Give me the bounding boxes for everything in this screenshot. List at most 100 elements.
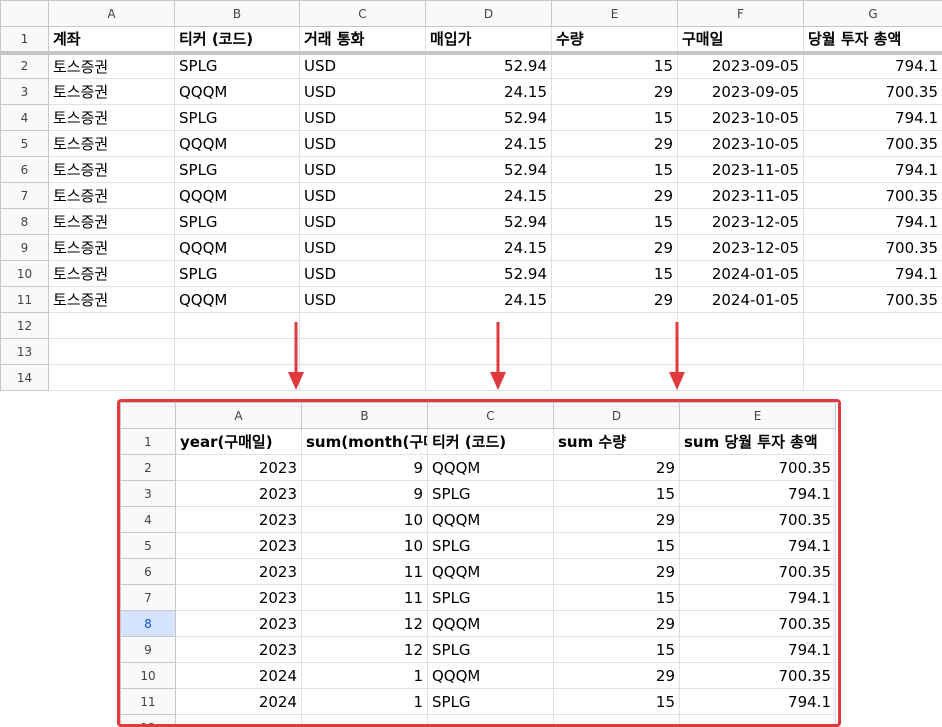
row-header[interactable]: 10 [0, 260, 49, 287]
data-cell[interactable]: 11 [301, 558, 428, 585]
header-cell[interactable]: 티커 (코드) [427, 428, 554, 455]
row-header[interactable]: 5 [0, 130, 49, 157]
data-cell[interactable]: 토스증권 [48, 260, 175, 287]
data-cell[interactable]: USD [299, 286, 426, 313]
data-cell[interactable]: 15 [551, 156, 678, 183]
column-header[interactable]: C [299, 0, 426, 27]
data-cell[interactable]: 15 [553, 532, 680, 559]
header-cell[interactable]: 수량 [551, 26, 678, 55]
data-cell[interactable]: 24.15 [425, 182, 552, 209]
data-cell[interactable]: USD [299, 208, 426, 235]
column-header[interactable]: B [174, 0, 300, 27]
column-header[interactable]: E [551, 0, 678, 27]
data-cell[interactable] [803, 312, 942, 339]
data-cell[interactable] [48, 312, 175, 339]
row-header[interactable]: 4 [120, 506, 176, 533]
data-cell[interactable]: 29 [551, 286, 678, 313]
data-cell[interactable] [551, 338, 678, 365]
row-header[interactable]: 11 [120, 688, 176, 715]
data-cell[interactable]: SPLG [427, 480, 554, 507]
data-cell[interactable]: 700.35 [803, 78, 942, 105]
data-cell[interactable]: QQQM [174, 234, 300, 261]
data-cell[interactable]: 15 [553, 584, 680, 611]
data-cell[interactable]: SPLG [174, 104, 300, 131]
data-cell[interactable]: 29 [551, 130, 678, 157]
data-cell[interactable]: 토스증권 [48, 104, 175, 131]
data-cell[interactable]: SPLG [427, 688, 554, 715]
data-cell[interactable] [174, 312, 300, 339]
data-cell[interactable]: 794.1 [803, 260, 942, 287]
data-cell[interactable]: QQQM [174, 182, 300, 209]
data-cell[interactable]: 2023 [175, 454, 302, 481]
data-cell[interactable]: 토스증권 [48, 52, 175, 79]
data-cell[interactable]: 700.35 [803, 130, 942, 157]
data-cell[interactable]: 1 [301, 662, 428, 689]
row-header[interactable]: 5 [120, 532, 176, 559]
row-header[interactable]: 13 [0, 338, 49, 365]
row-header[interactable]: 3 [120, 480, 176, 507]
data-cell[interactable]: 9 [301, 480, 428, 507]
data-cell[interactable]: 24.15 [425, 286, 552, 313]
data-cell[interactable]: 2024-01-05 [677, 260, 804, 287]
data-cell[interactable]: 1 [301, 688, 428, 715]
row-header[interactable]: 9 [0, 234, 49, 261]
data-cell[interactable]: 12 [301, 636, 428, 663]
data-cell[interactable]: 29 [551, 182, 678, 209]
data-cell[interactable]: USD [299, 156, 426, 183]
data-cell[interactable]: 24.15 [425, 234, 552, 261]
data-cell[interactable]: QQQM [427, 610, 554, 637]
data-cell[interactable]: 11 [301, 584, 428, 611]
row-header[interactable]: 1 [0, 26, 49, 55]
data-cell[interactable]: 700.35 [679, 662, 836, 689]
data-cell[interactable]: 2023-10-05 [677, 104, 804, 131]
data-cell[interactable] [48, 338, 175, 365]
row-header[interactable]: 8 [0, 208, 49, 235]
row-header[interactable]: 12 [120, 714, 176, 727]
data-cell[interactable]: 700.35 [803, 182, 942, 209]
data-cell[interactable]: 29 [551, 78, 678, 105]
column-header[interactable]: B [301, 402, 428, 429]
data-cell[interactable]: 29 [553, 558, 680, 585]
header-cell[interactable]: 티커 (코드) [174, 26, 300, 55]
row-header[interactable]: 6 [0, 156, 49, 183]
data-cell[interactable]: 2024 [175, 688, 302, 715]
data-cell[interactable]: 10 [301, 532, 428, 559]
data-cell[interactable] [803, 364, 942, 391]
data-cell[interactable]: QQQM [427, 454, 554, 481]
data-cell[interactable]: 794.1 [679, 584, 836, 611]
row-header[interactable]: 1 [120, 428, 176, 455]
header-cell[interactable]: 당월 투자 총액 [803, 26, 942, 55]
data-cell[interactable] [48, 364, 175, 391]
column-header[interactable]: D [553, 402, 680, 429]
data-cell[interactable] [679, 714, 836, 727]
data-cell[interactable]: 794.1 [679, 532, 836, 559]
row-header[interactable]: 12 [0, 312, 49, 339]
data-cell[interactable]: 토스증권 [48, 208, 175, 235]
data-cell[interactable]: SPLG [427, 636, 554, 663]
data-cell[interactable] [175, 714, 302, 727]
data-cell[interactable]: 24.15 [425, 78, 552, 105]
select-all-corner[interactable] [0, 0, 49, 27]
data-cell[interactable]: 29 [553, 506, 680, 533]
data-cell[interactable]: 토스증권 [48, 78, 175, 105]
row-header[interactable]: 2 [0, 52, 49, 79]
data-cell[interactable]: 52.94 [425, 260, 552, 287]
row-header[interactable]: 3 [0, 78, 49, 105]
data-cell[interactable]: 15 [553, 688, 680, 715]
data-cell[interactable]: SPLG [174, 156, 300, 183]
row-header[interactable]: 11 [0, 286, 49, 313]
data-cell[interactable]: 토스증권 [48, 286, 175, 313]
select-all-corner[interactable] [120, 402, 176, 429]
data-cell[interactable]: 24.15 [425, 130, 552, 157]
data-cell[interactable]: 52.94 [425, 208, 552, 235]
data-cell[interactable]: QQQM [427, 506, 554, 533]
data-cell[interactable]: USD [299, 182, 426, 209]
header-cell[interactable]: 계좌 [48, 26, 175, 55]
data-cell[interactable]: 2023 [175, 480, 302, 507]
data-cell[interactable]: 15 [551, 208, 678, 235]
data-cell[interactable]: 12 [301, 610, 428, 637]
data-cell[interactable]: SPLG [174, 52, 300, 79]
data-cell[interactable] [299, 312, 426, 339]
data-cell[interactable]: 2023-09-05 [677, 52, 804, 79]
data-cell[interactable]: SPLG [174, 260, 300, 287]
